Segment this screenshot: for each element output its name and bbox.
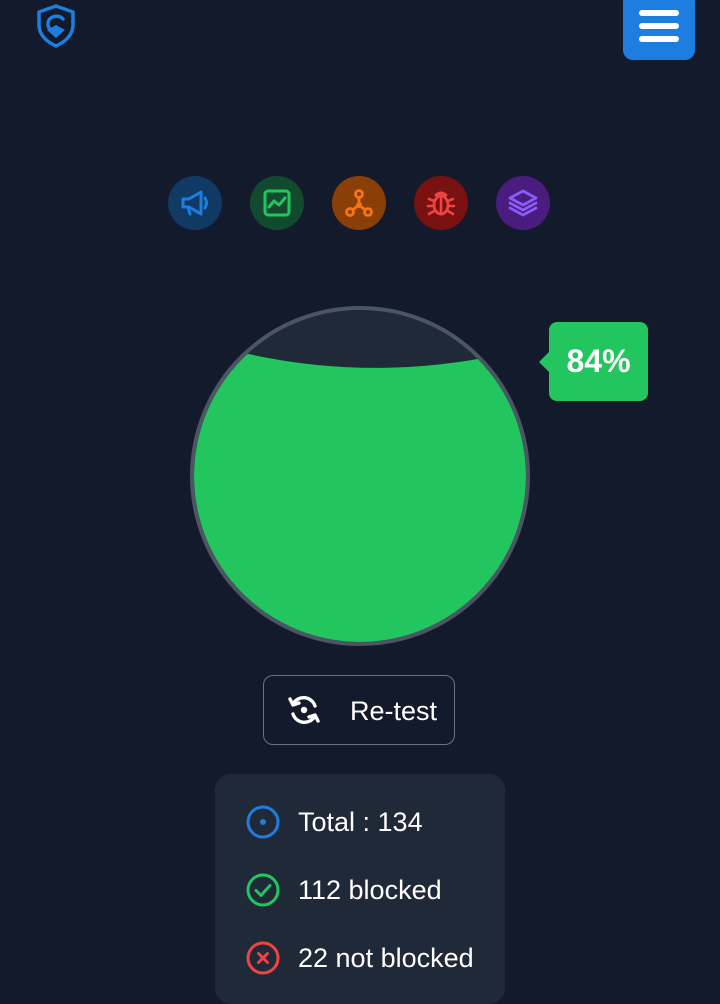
network-icon xyxy=(345,189,373,217)
shield-logo-icon xyxy=(37,4,75,48)
category-filter-row xyxy=(168,176,550,230)
layers-icon xyxy=(508,189,538,217)
stat-blocked: 112 blocked xyxy=(245,872,442,908)
megaphone-icon xyxy=(181,190,208,216)
refresh-icon xyxy=(288,696,320,724)
stats-panel: Total : 134 112 blocked 22 not blocked xyxy=(215,774,505,1004)
category-error-monitoring-button[interactable] xyxy=(414,176,468,230)
retest-button[interactable]: Re-test xyxy=(263,675,455,745)
category-mix-button[interactable] xyxy=(496,176,550,230)
block-rate-gauge xyxy=(190,306,530,646)
category-ads-button[interactable] xyxy=(168,176,222,230)
category-analytics-button[interactable] xyxy=(250,176,304,230)
retest-label: Re-test xyxy=(350,696,438,726)
stat-blocked-label: 112 blocked xyxy=(298,874,442,905)
target-icon xyxy=(246,805,280,839)
x-circle-icon xyxy=(246,941,280,975)
stat-total: Total : 134 xyxy=(245,804,423,840)
menu-button[interactable] xyxy=(623,0,695,60)
category-tracking-button[interactable] xyxy=(332,176,386,230)
app-logo[interactable] xyxy=(34,3,78,49)
check-circle-icon xyxy=(246,873,280,907)
percent-badge: 84% xyxy=(539,322,648,401)
gauge-fill-level xyxy=(194,336,526,642)
chart-icon xyxy=(263,189,291,217)
stat-not-blocked-label: 22 not blocked xyxy=(298,942,474,973)
stat-total-label: Total : 134 xyxy=(298,806,423,837)
hamburger-menu-icon xyxy=(639,10,679,42)
stat-not-blocked: 22 not blocked xyxy=(245,940,474,976)
bug-icon xyxy=(426,191,456,216)
